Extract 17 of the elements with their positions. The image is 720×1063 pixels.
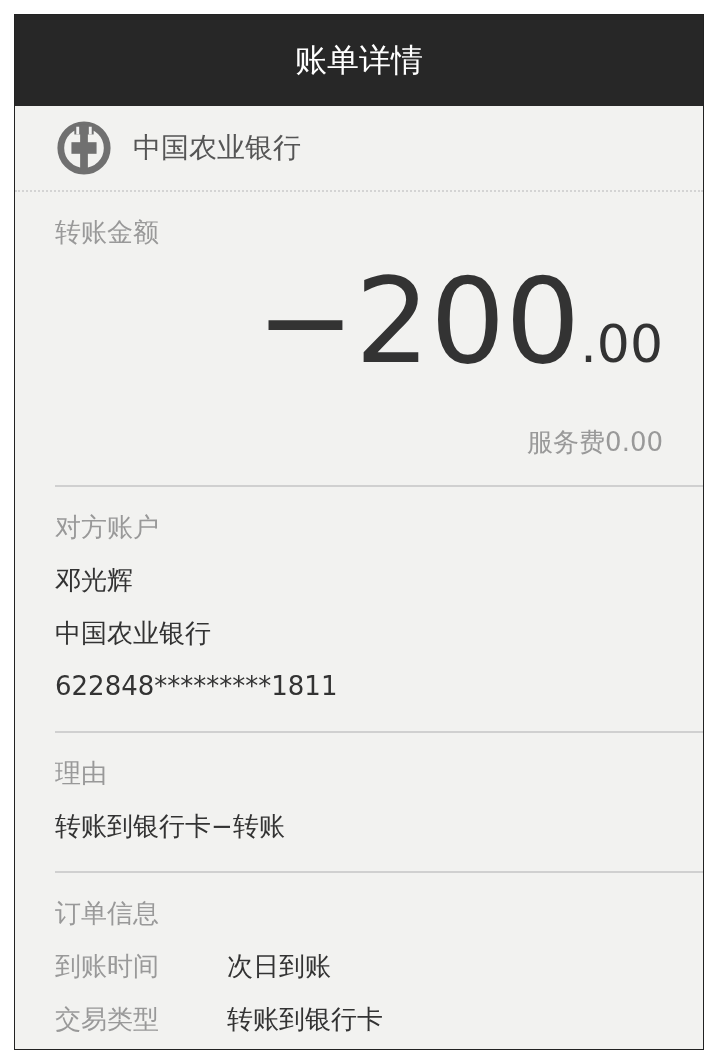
section-label: 对方账户 [55,511,160,544]
bank-name: 中国农业银行 [133,130,301,166]
page-title: 账单详情 [295,39,423,81]
bank-logo-icon [55,119,113,177]
order-field-value: 次日到账 [227,950,331,983]
order-field-label: 交易类型 [55,1003,160,1036]
amount-value: −200.00 [256,261,663,392]
section-label: 理由 [55,757,108,790]
order-field-label: 到账时间 [55,950,160,983]
order-field-value: 转账到银行卡 [227,1003,383,1036]
service-fee: 服务费0.00 [527,426,663,459]
account-detail: 622848*********1811 [55,670,339,703]
account-detail: 邓光辉 [55,564,134,597]
section-label: 订单信息 [55,897,160,930]
reason-text: 转账到银行卡−转账 [55,810,286,843]
amount-label: 转账金额 [55,216,160,249]
account-detail: 中国农业银行 [55,617,212,650]
